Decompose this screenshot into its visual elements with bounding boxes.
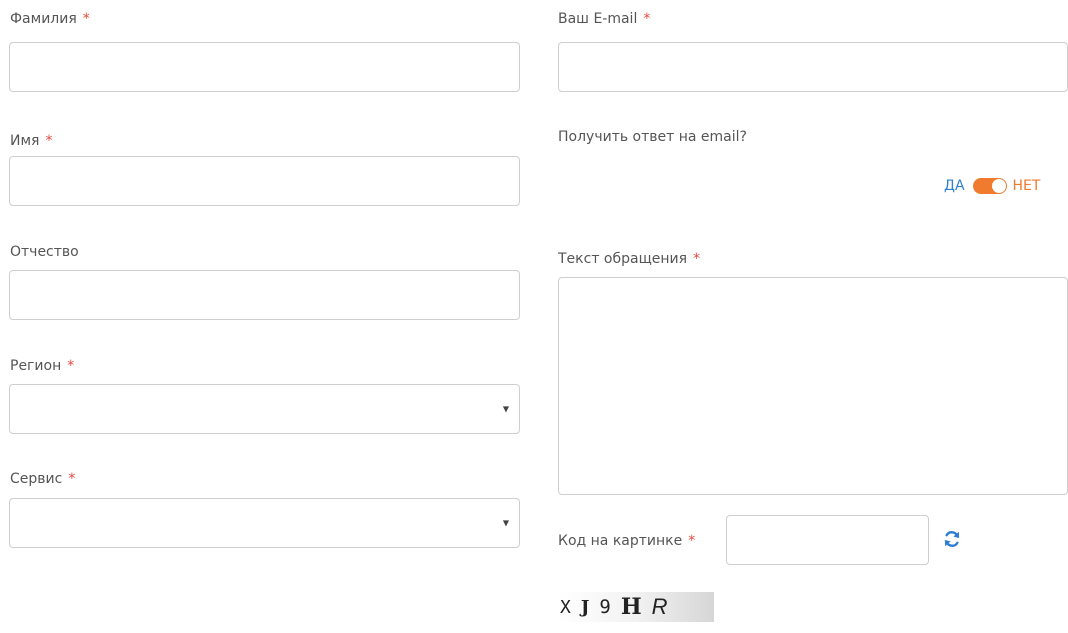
service-label-text: Сервис: [10, 471, 63, 487]
service-label: Сервис *: [10, 470, 75, 488]
required-mark: *: [68, 471, 76, 487]
toggle-knob: [991, 179, 1006, 193]
region-select[interactable]: ▼: [9, 384, 520, 434]
toggle-no-label[interactable]: НЕТ: [1013, 178, 1041, 194]
message-textarea[interactable]: [558, 277, 1068, 495]
required-mark: *: [643, 11, 651, 27]
last-name-label-text: Фамилия: [10, 11, 77, 27]
last-name-input[interactable]: [9, 42, 520, 92]
first-name-label: Имя *: [10, 132, 52, 150]
captcha-label: Код на картинке *: [558, 532, 695, 550]
service-select[interactable]: ▼: [9, 498, 520, 548]
email-reply-toggle[interactable]: ДА НЕТ: [944, 176, 1040, 196]
email-label: Ваш E-mail *: [558, 10, 650, 28]
message-label-text: Текст обращения: [558, 251, 688, 267]
email-reply-label-text: Получить ответ на email?: [558, 129, 747, 145]
required-mark: *: [67, 358, 75, 374]
email-reply-label: Получить ответ на email?: [558, 128, 747, 146]
captcha-char: J: [580, 596, 590, 618]
last-name-label: Фамилия *: [10, 10, 90, 28]
patronymic-label: Отчество: [10, 243, 79, 261]
captcha-char: 9: [599, 596, 611, 618]
patronymic-input[interactable]: [9, 270, 520, 320]
refresh-icon[interactable]: [942, 529, 962, 549]
region-label: Регион *: [10, 357, 74, 375]
region-label-text: Регион: [10, 358, 62, 374]
patronymic-label-text: Отчество: [10, 244, 79, 260]
captcha-char: H: [620, 594, 642, 620]
email-label-text: Ваш E-mail: [558, 11, 638, 27]
first-name-label-text: Имя: [10, 133, 40, 149]
email-input[interactable]: [558, 42, 1068, 92]
captcha-char: X: [560, 596, 571, 618]
captcha-image: X J 9 H R: [558, 592, 714, 622]
first-name-input[interactable]: [9, 156, 520, 206]
message-label: Текст обращения *: [558, 250, 700, 268]
toggle-switch[interactable]: [972, 178, 1007, 194]
chevron-down-icon: ▼: [502, 518, 509, 528]
required-mark: *: [45, 133, 53, 149]
chevron-down-icon: ▼: [502, 404, 509, 414]
captcha-char: R: [651, 594, 668, 619]
toggle-yes-label[interactable]: ДА: [944, 178, 965, 194]
required-mark: *: [82, 11, 90, 27]
captcha-input[interactable]: [726, 515, 929, 565]
captcha-label-text: Код на картинке: [558, 533, 683, 549]
required-mark: *: [693, 251, 701, 267]
required-mark: *: [688, 533, 696, 549]
